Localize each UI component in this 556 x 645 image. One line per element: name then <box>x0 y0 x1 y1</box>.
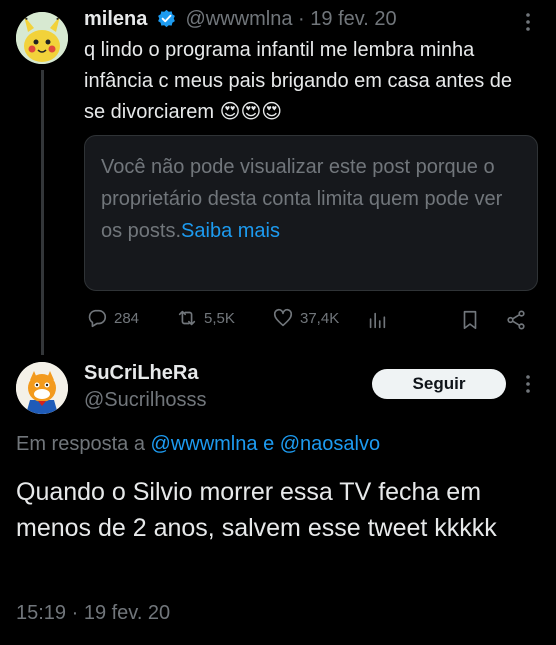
reply-count: 284 <box>114 309 140 327</box>
views-icon[interactable] <box>366 309 388 331</box>
author-handle[interactable]: @Sucrilhosss <box>84 389 207 412</box>
thread-line <box>41 70 44 355</box>
avatar-milena[interactable] <box>16 12 68 64</box>
share-icon[interactable] <box>505 309 527 331</box>
reply-mention-2[interactable]: @naosalvo <box>280 433 380 455</box>
separator: · <box>298 8 305 30</box>
repost-icon <box>178 310 196 326</box>
avatar-sucrilhera[interactable] <box>16 362 68 414</box>
reply-mention-1[interactable]: @wwwmlna <box>151 433 258 455</box>
like-count: 37,4K <box>300 309 340 327</box>
bookmark-icon[interactable] <box>459 309 481 331</box>
like-icon <box>273 308 293 327</box>
tweet-timestamp[interactable]: 15:19 · 19 fev. 20 <box>16 602 170 625</box>
more-icon[interactable] <box>516 372 540 396</box>
author-handle[interactable]: @wwwmlna <box>185 8 292 30</box>
tweet-text: q lindo o programa infantil me lembra mi… <box>84 39 513 123</box>
tweet-date[interactable]: 19 fev. 20 <box>310 8 396 30</box>
reply-tweet-text: Quando o Silvio morrer essa TV fecha em … <box>16 478 497 542</box>
like-button[interactable]: 37,4K <box>272 307 339 329</box>
verified-badge-icon <box>158 9 175 28</box>
author-name[interactable]: milena <box>84 8 147 30</box>
reply-button[interactable]: 284 <box>86 307 139 329</box>
author-name[interactable]: SuCriLheRa <box>84 362 198 385</box>
restricted-post-notice: Você não pode visualizar este post porqu… <box>84 135 538 291</box>
reply-prefix: Em resposta a <box>16 433 145 455</box>
tweet-header: milena @wwwmlna · 19 fev. 20 <box>84 8 397 31</box>
reply-and: e <box>263 433 275 455</box>
reply-icon <box>88 309 107 328</box>
repost-count: 5,5K <box>204 309 235 327</box>
more-icon[interactable] <box>516 10 540 34</box>
notice-text: Você não pode visualizar este post porqu… <box>101 156 503 242</box>
learn-more-link[interactable]: Saiba mais <box>181 220 280 242</box>
reply-context: Em resposta a @wwwmlna e @naosalvo <box>16 433 380 456</box>
repost-button[interactable]: 5,5K <box>176 307 235 329</box>
follow-button[interactable]: Seguir <box>372 369 506 399</box>
